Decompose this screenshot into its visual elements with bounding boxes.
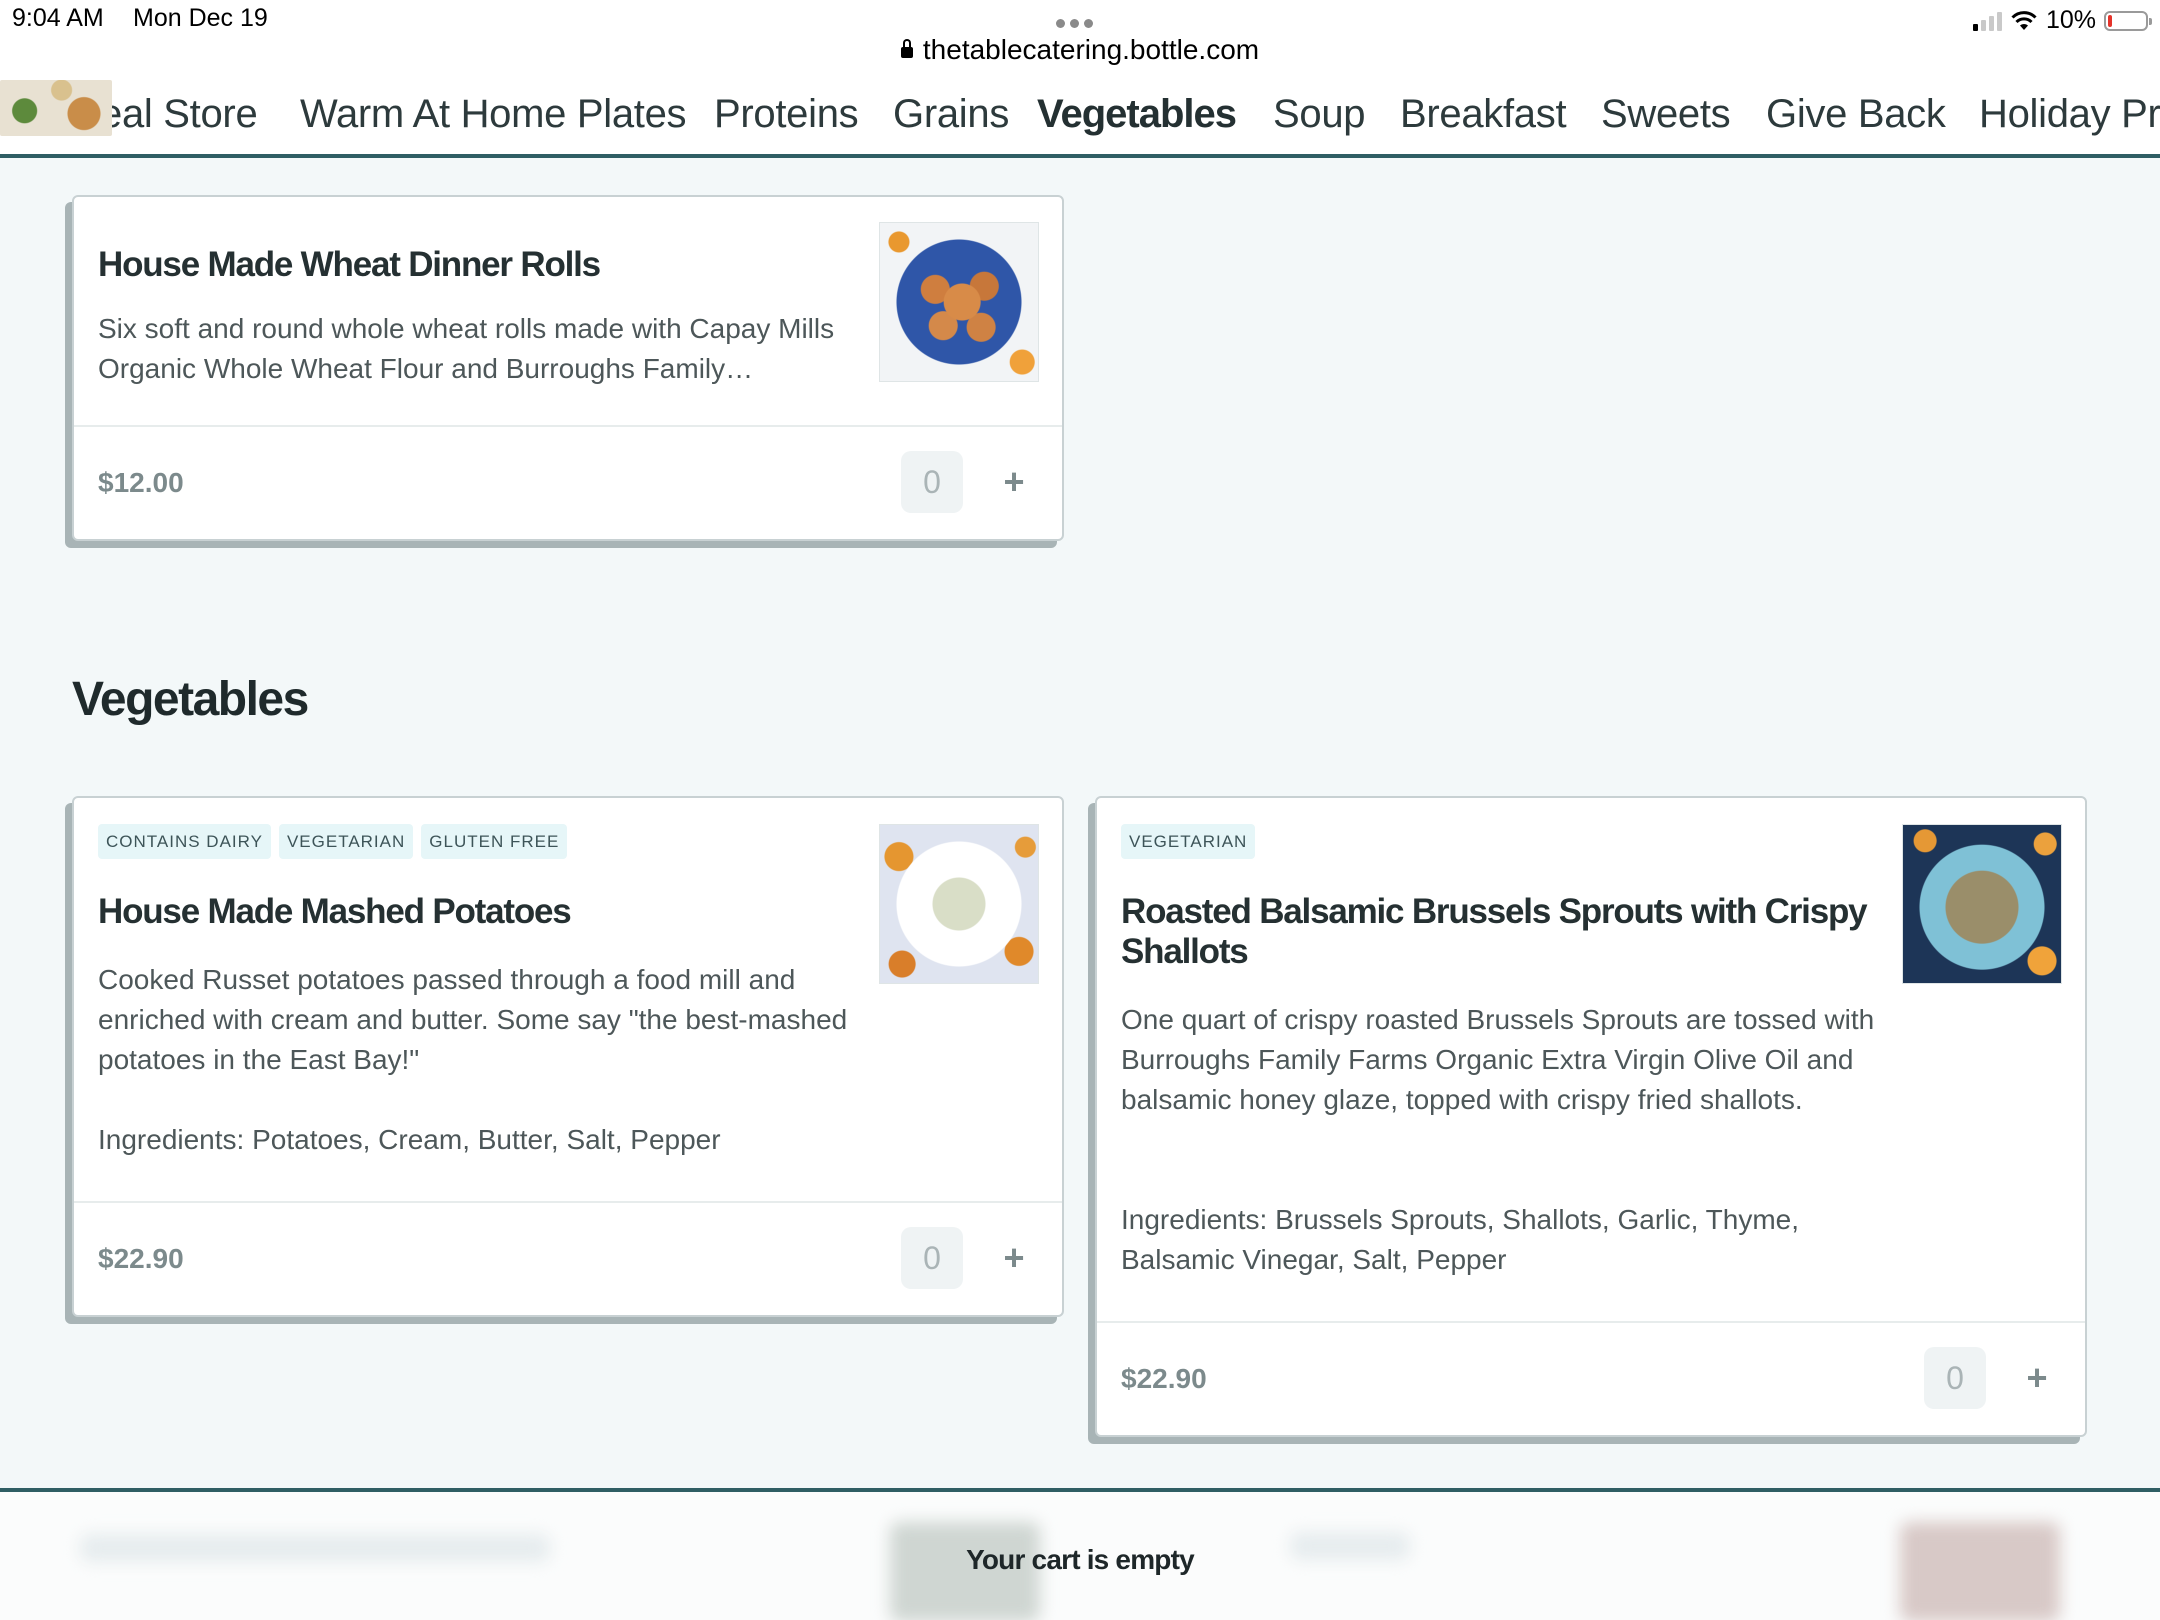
nav-item-breakfast[interactable]: Breakfast bbox=[1400, 92, 1567, 137]
product-ingredients: Ingredients: Potatoes, Cream, Butter, Sa… bbox=[98, 1124, 721, 1155]
store-logo-image[interactable] bbox=[0, 80, 112, 136]
nav-item-sweets[interactable]: Sweets bbox=[1601, 92, 1731, 137]
status-date: Mon Dec 19 bbox=[133, 4, 268, 32]
product-price: $22.90 bbox=[1121, 1363, 1207, 1394]
product-image[interactable] bbox=[879, 824, 1039, 984]
tag-vegetarian: VEGETARIAN bbox=[1121, 824, 1256, 859]
product-image[interactable] bbox=[879, 222, 1039, 382]
product-price: $22.90 bbox=[98, 1243, 184, 1274]
card-footer: $22.90 0 + bbox=[1097, 1323, 2085, 1433]
card-footer: $22.90 0 + bbox=[74, 1203, 1062, 1313]
url-text: thetablecatering.bottle.com bbox=[922, 34, 1260, 65]
battery-icon bbox=[2104, 10, 2152, 31]
cart-bar[interactable]: Your cart is empty bbox=[0, 1488, 2160, 1620]
cart-status[interactable]: Your cart is empty bbox=[0, 1544, 2160, 1576]
product-image[interactable] bbox=[1902, 824, 2062, 984]
battery-percentage: 10% bbox=[2045, 6, 2096, 34]
plus-icon[interactable]: + bbox=[2017, 1347, 2057, 1409]
address-bar[interactable]: thetablecatering.bottle.com bbox=[0, 34, 2160, 66]
plus-icon[interactable]: + bbox=[994, 1227, 1034, 1289]
quantity-display[interactable]: 0 bbox=[901, 451, 963, 513]
tag-list: CONTAINS DAIRY VEGETARIAN GLUTEN FREE bbox=[98, 824, 568, 859]
quantity-display[interactable]: 0 bbox=[1924, 1347, 1986, 1409]
nav-item-grains[interactable]: Grains bbox=[893, 92, 1009, 137]
tag-gluten-free: GLUTEN FREE bbox=[421, 824, 568, 859]
status-time: 9:04 AM bbox=[12, 4, 104, 32]
nav-item-meal-store[interactable]: eal Store bbox=[100, 92, 258, 137]
status-bar: 9:04 AM Mon Dec 19 10% thetablecatering.… bbox=[0, 0, 2160, 80]
product-price: $12.00 bbox=[98, 467, 184, 498]
section-heading-vegetables: Vegetables bbox=[72, 673, 309, 726]
battery-level bbox=[2108, 14, 2112, 27]
product-description: One quart of crispy roasted Brussels Spr… bbox=[1121, 1004, 1875, 1115]
product-description: Cooked Russet potatoes passed through a … bbox=[98, 964, 848, 1075]
tag-list: VEGETARIAN bbox=[1121, 824, 1256, 859]
product-description: Six soft and round whole wheat rolls mad… bbox=[98, 313, 835, 384]
nav-item-give-back[interactable]: Give Back bbox=[1766, 92, 1946, 137]
nav-item-holiday[interactable]: Holiday Pro bbox=[1979, 92, 2160, 137]
product-title[interactable]: House Made Mashed Potatoes bbox=[98, 892, 858, 932]
lock-icon bbox=[900, 39, 913, 58]
product-card-mashed-potatoes[interactable]: CONTAINS DAIRY VEGETARIAN GLUTEN FREE Ho… bbox=[72, 796, 1064, 1317]
category-nav: eal Store Warm At Home Plates Proteins G… bbox=[0, 80, 2160, 158]
card-footer: $12.00 0 + bbox=[74, 427, 1062, 537]
multitasking-dots-icon[interactable] bbox=[1056, 19, 1093, 28]
product-title[interactable]: House Made Wheat Dinner Rolls bbox=[98, 245, 858, 285]
tag-contains-dairy: CONTAINS DAIRY bbox=[98, 824, 271, 859]
status-indicators: 10% bbox=[1972, 6, 2152, 35]
quantity-display[interactable]: 0 bbox=[901, 1227, 963, 1289]
product-ingredients: Ingredients: Brussels Sprouts, Shallots,… bbox=[1121, 1204, 1799, 1275]
nav-item-vegetables[interactable]: Vegetables bbox=[1037, 92, 1237, 137]
nav-item-soup[interactable]: Soup bbox=[1273, 92, 1366, 137]
wifi-icon bbox=[2011, 10, 2037, 30]
product-title[interactable]: Roasted Balsamic Brussels Sprouts with C… bbox=[1121, 892, 1891, 972]
plus-icon[interactable]: + bbox=[994, 451, 1034, 513]
signal-icon bbox=[1972, 11, 2002, 31]
nav-item-proteins[interactable]: Proteins bbox=[714, 92, 859, 137]
product-card-brussels-sprouts[interactable]: VEGETARIAN Roasted Balsamic Brussels Spr… bbox=[1095, 796, 2087, 1437]
tag-vegetarian: VEGETARIAN bbox=[278, 824, 414, 859]
nav-item-warm-at-home-plates[interactable]: Warm At Home Plates bbox=[300, 92, 687, 137]
product-card-wheat-dinner-rolls[interactable]: House Made Wheat Dinner Rolls Six soft a… bbox=[72, 195, 1064, 541]
